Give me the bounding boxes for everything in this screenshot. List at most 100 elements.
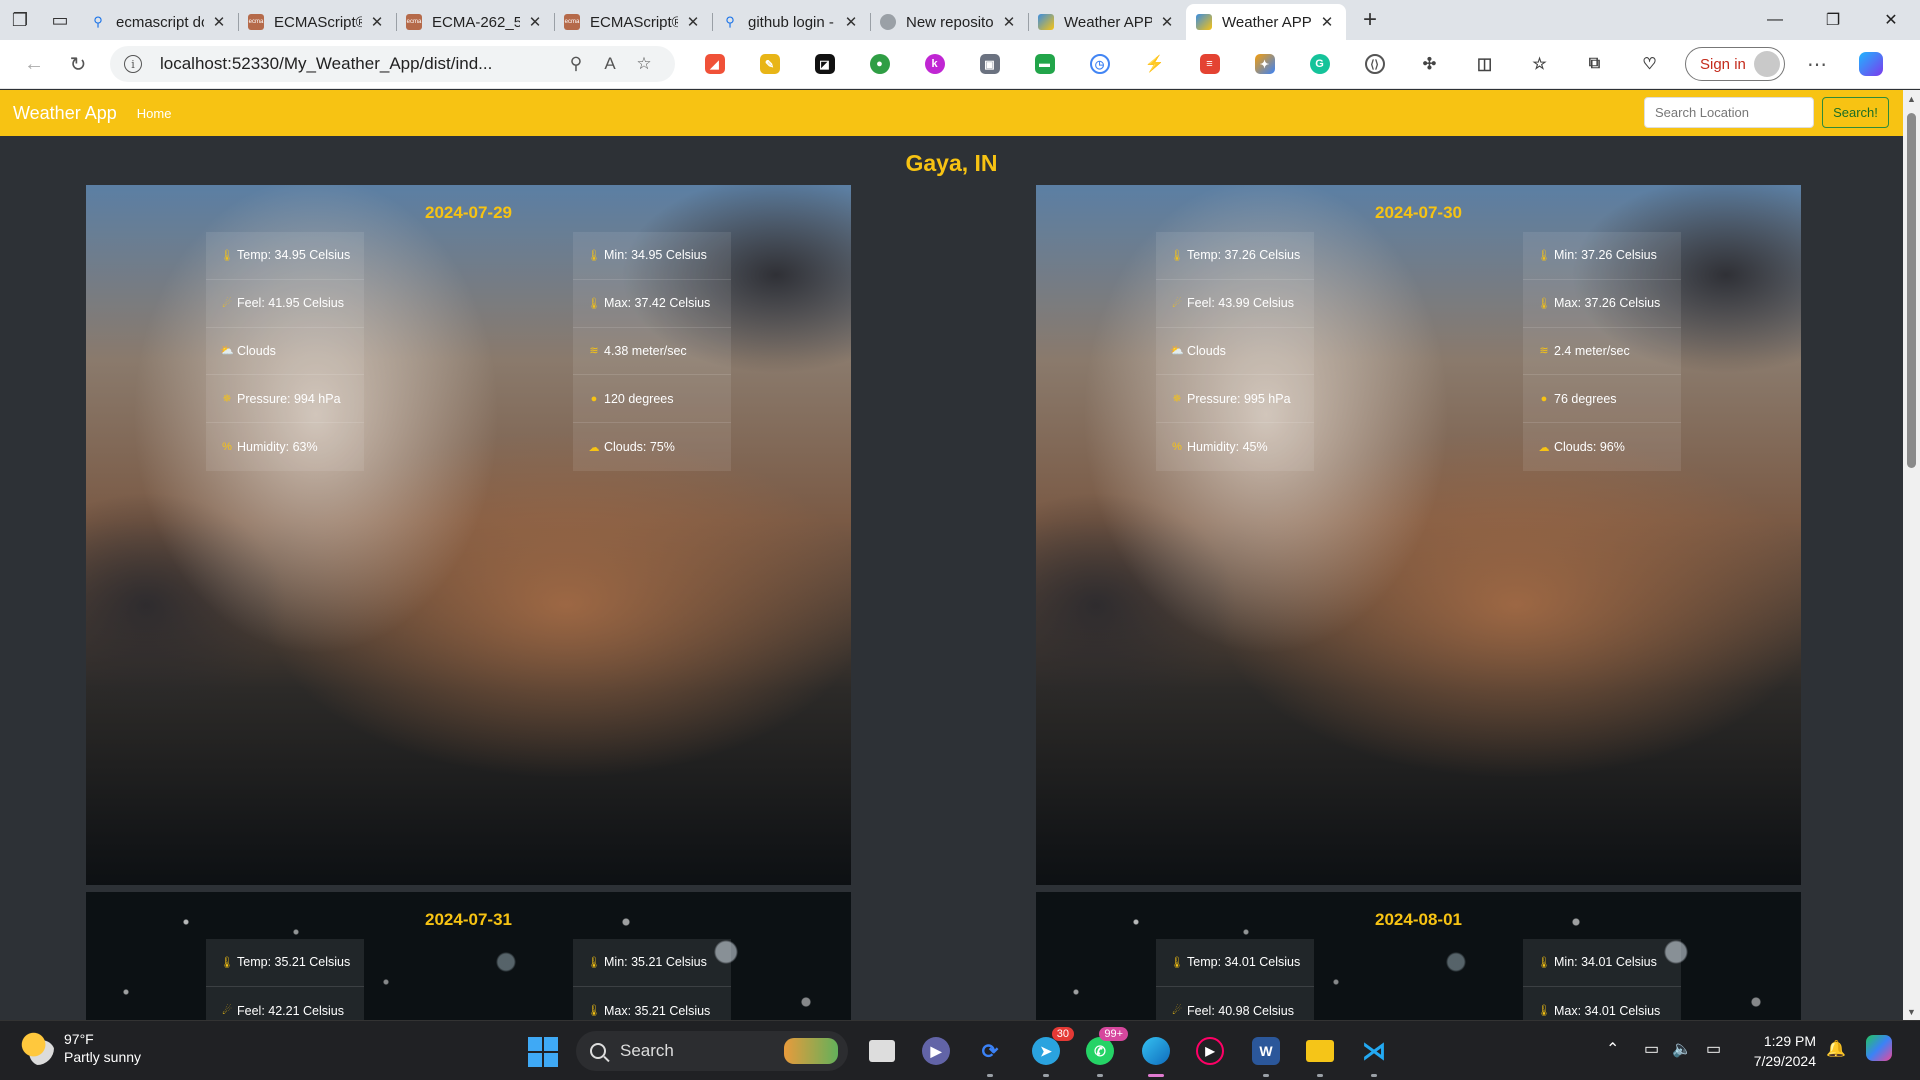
clock-extension-icon[interactable]: ◷ [1072,46,1127,82]
sign-in-button[interactable]: Sign in [1685,47,1785,81]
tab-github-login[interactable]: ⚲ github login - Se ✕ [712,4,870,40]
extensions-puzzle-icon[interactable]: ✣ [1402,46,1457,82]
pressure-icon: ✵ [1172,393,1182,406]
close-tab-icon[interactable]: ✕ [368,13,386,31]
search-location-input[interactable] [1644,97,1814,128]
grey-extension-icon[interactable]: ▣ [962,46,1017,82]
swift-extension-icon[interactable]: ◢ [687,46,742,82]
temp-high-icon: 🌡 [1537,1005,1551,1018]
weather-widget-desc: Partly sunny [64,1049,142,1065]
close-tab-icon[interactable]: ✕ [1318,13,1336,31]
start-icon[interactable] [528,1037,558,1067]
green-globe-extension-icon[interactable]: ● [852,46,907,82]
collections-icon[interactable]: ⧉ [1567,46,1622,82]
taskbar-clock[interactable]: 1:29 PM 7/29/2024 [1748,1031,1816,1071]
weather-widget[interactable]: 97°F Partly sunny [20,1031,141,1065]
split-screen-icon[interactable]: ◫ [1457,46,1512,82]
temp-low-icon: 🌡 [587,956,601,969]
task-view-icon[interactable] [864,1033,900,1069]
address-bar[interactable]: i localhost:52330/My_Weather_App/dist/in… [110,46,675,82]
code-extension-icon[interactable]: ⟨⟩ [1347,46,1402,82]
whatsapp-icon[interactable]: ✆ 99+ [1082,1027,1128,1077]
more-options-icon[interactable]: ⋯ [1795,46,1839,82]
copilot-icon[interactable] [1849,46,1893,82]
browser-essentials-icon[interactable]: ♡ [1622,46,1677,82]
read-aloud-icon[interactable]: A [593,54,627,74]
refresh-icon[interactable]: ↻ [56,46,100,82]
thermometer-icon: 🌡 [220,249,234,262]
tab-ecma-262[interactable]: ecma ECMA-262_5.1_e ✕ [396,4,554,40]
forecast-card: 2024-07-29 🌡 Temp: 34.95 Celsius ☄ Feel: 4… [86,185,851,885]
pressure-icon: ✵ [222,393,232,406]
close-tab-icon[interactable]: ✕ [526,13,544,31]
taskbar-search[interactable]: Search [576,1031,848,1071]
close-tab-icon[interactable]: ✕ [210,13,228,31]
tab-new-repository[interactable]: New repository ✕ [870,4,1028,40]
favorites-icon[interactable]: ☆ [1512,46,1567,82]
close-tab-icon[interactable]: ✕ [684,13,702,31]
scrollbar-thumb[interactable] [1907,113,1916,468]
back-icon[interactable]: ← [12,46,56,82]
running-indicator [1097,1074,1103,1077]
vscode-icon[interactable]: ⋊ [1356,1033,1392,1077]
tab-weather-app-active[interactable]: Weather APP ✕ [1186,4,1346,40]
pressure-row: ✵ Pressure: 995 hPa [1156,375,1314,424]
vpn-app-icon[interactable]: ⟳ [972,1033,1008,1077]
show-hidden-icons-icon[interactable]: ⌃ [1606,1039,1619,1059]
volume-icon[interactable]: 🔈 [1672,1039,1692,1059]
k-extension-icon[interactable]: k [907,46,962,82]
network-icon[interactable]: ▭ [1644,1039,1659,1059]
media-player-icon[interactable]: ▶ [1192,1033,1228,1069]
restore-icon[interactable]: ❐ [1804,0,1862,40]
close-tab-icon[interactable]: ✕ [1000,13,1018,31]
edge-browser-icon[interactable] [1138,1033,1174,1077]
weather-favicon-icon [1038,14,1054,30]
multicolor-extension-icon[interactable]: ✦ [1237,46,1292,82]
new-tab-icon[interactable]: + [1350,0,1390,40]
close-tab-icon[interactable]: ✕ [1158,13,1176,31]
temp-high-icon: 🌡 [587,1005,601,1018]
tab-ecmascript-2[interactable]: ecma ECMAScript® 20 ✕ [554,4,712,40]
tab-actions-icon[interactable]: ▭ [40,0,80,40]
file-explorer-icon[interactable] [1302,1033,1338,1077]
workspaces-icon[interactable]: ❐ [0,0,40,40]
minimize-icon[interactable]: — [1746,0,1804,40]
clock-date: 7/29/2024 [1753,1053,1816,1069]
temp-low-icon: 🌡 [1537,956,1551,969]
tab-ecmascript-docs[interactable]: ⚲ ecmascript docu ✕ [80,4,238,40]
teams-meet-icon[interactable]: ▶ [918,1033,954,1069]
close-tab-icon[interactable]: ✕ [842,13,860,31]
scroll-down-icon[interactable]: ▼ [1903,1003,1920,1020]
wind-icon: ≋ [589,345,599,358]
battery-icon[interactable]: ▭ [1706,1039,1721,1059]
forecast-date: 2024-07-29 [425,203,512,222]
notification-bell-icon[interactable]: 🔔 [1826,1039,1846,1059]
url-text[interactable]: localhost:52330/My_Weather_App/dist/ind.… [160,54,559,74]
zoom-icon[interactable]: ⚲ [559,54,593,74]
todoist-extension-icon[interactable]: ≡ [1182,46,1237,82]
highlighter-extension-icon[interactable]: ✎ [742,46,797,82]
lightning-extension-icon[interactable]: ⚡ [1127,46,1182,82]
percent-icon: % [1172,441,1182,454]
close-window-icon[interactable]: ✕ [1862,0,1920,40]
green-extension-icon[interactable]: ▬ [1017,46,1072,82]
nav-home-link[interactable]: Home [137,106,172,121]
max-row: 🌡 Max: 37.26 Celsius [1523,280,1681,328]
temp-row: 🌡 Temp: 34.01 Celsius [1156,939,1314,987]
favorite-star-icon[interactable]: ☆ [627,54,661,74]
app-brand[interactable]: Weather App [13,103,117,124]
telegram-icon[interactable]: ➤ 30 [1028,1027,1074,1077]
tab-weather-app-1[interactable]: Weather APP ✕ [1028,4,1186,40]
min-row: 🌡 Min: 35.21 Celsius [573,939,731,987]
word-icon[interactable]: W [1248,1033,1284,1077]
min-row: 🌡 Min: 34.01 Celsius [1523,939,1681,987]
temp-row: 🌡 Temp: 34.95 Celsius [206,232,364,280]
grammarly-extension-icon[interactable]: G [1292,46,1347,82]
search-button[interactable]: Search! [1822,97,1889,128]
black-extension-icon[interactable]: ◪ [797,46,852,82]
page-scrollbar[interactable]: ▲ ▼ [1903,90,1920,1020]
copilot-taskbar-icon[interactable] [1866,1035,1892,1061]
scroll-up-icon[interactable]: ▲ [1903,90,1920,107]
site-info-icon[interactable]: i [124,55,142,73]
tab-ecmascript-1[interactable]: ecma ECMAScript® 20 ✕ [238,4,396,40]
